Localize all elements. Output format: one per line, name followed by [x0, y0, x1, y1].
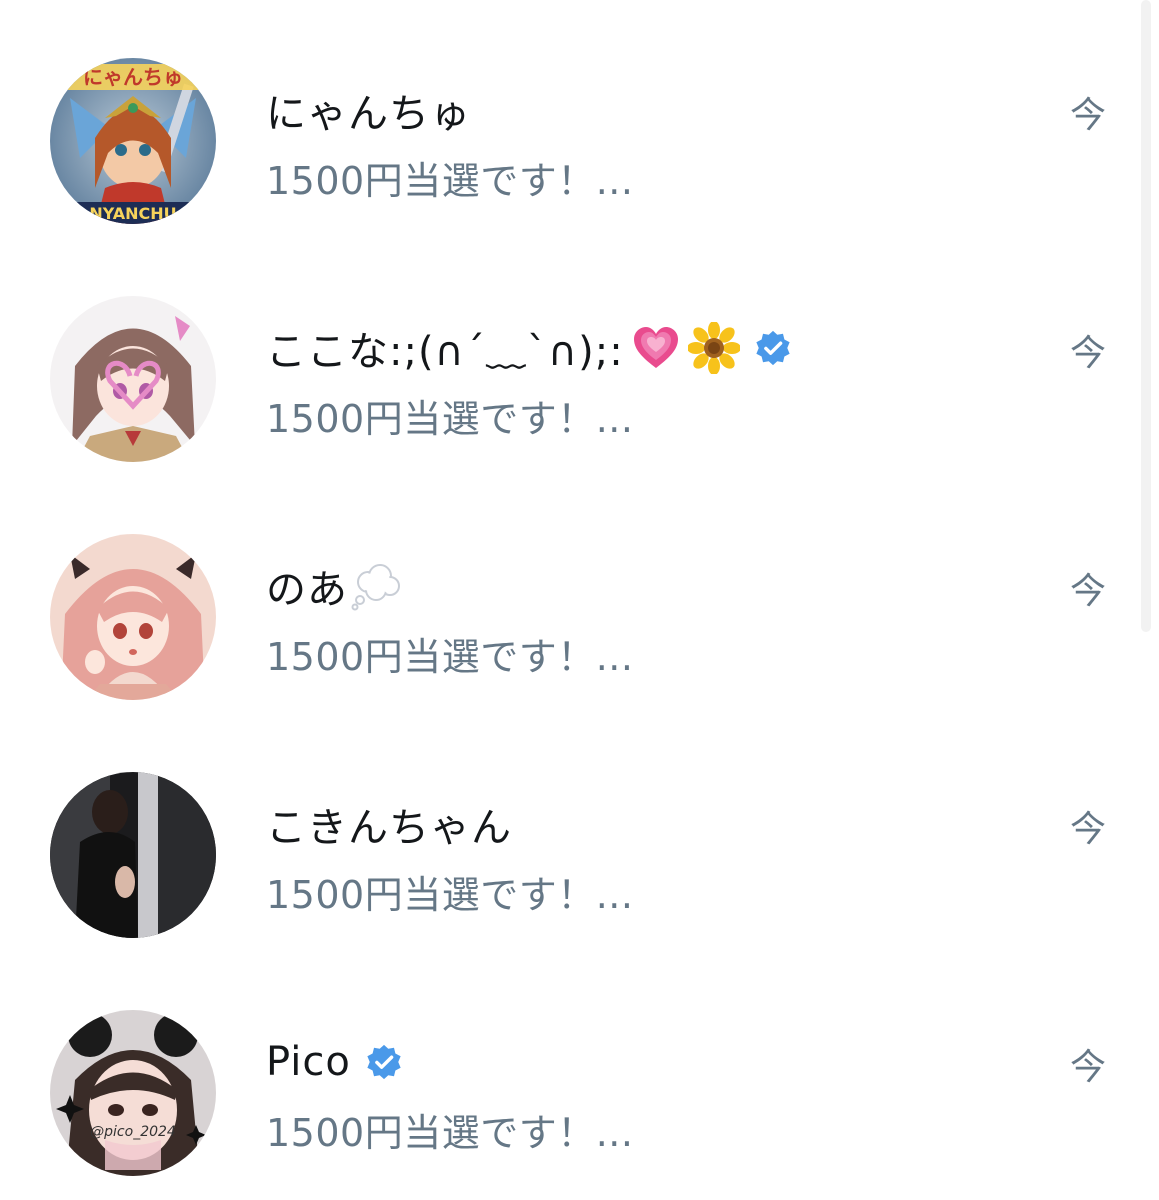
conversation-row[interactable]: @pico_2024 Pico 1500円当選です！... 今	[0, 952, 1140, 1190]
conversation-preview: 1500円当選です！...	[266, 159, 634, 203]
conversation-name-text: にゃんちゅ	[266, 91, 471, 137]
conversation-time: 今	[1070, 1047, 1107, 1088]
conversation-name-text: こきんちゃん	[266, 805, 512, 851]
avatar-bottom-text: NYANCHU	[89, 204, 176, 223]
growing-heart-icon	[630, 322, 682, 374]
avatar-logo-text: にゃんちゅ	[83, 65, 183, 89]
verified-badge-icon	[754, 329, 792, 367]
avatar[interactable]: @pico_2024	[50, 1010, 216, 1176]
conversation-preview: 1500円当選です！...	[266, 635, 634, 679]
scrollbar[interactable]	[1141, 0, 1151, 632]
thought-balloon-icon	[350, 560, 402, 612]
avatar[interactable]: にゃんちゅ NYANCHU	[50, 58, 216, 224]
avatar[interactable]	[50, 296, 216, 462]
dm-conversation-list: にゃんちゅ NYANCHU にゃんちゅ 1500円当選です！... 今 ここな:…	[0, 0, 1159, 1200]
conversation-name-text: ここな:;(∩´﹏`∩);:	[266, 329, 624, 375]
conversation-preview: 1500円当選です！...	[266, 873, 634, 917]
conversation-name: のあ	[266, 556, 402, 616]
conversation-name: こきんちゃん	[266, 794, 512, 854]
conversation-name: にゃんちゅ	[266, 80, 471, 140]
conversation-preview: 1500円当選です！...	[266, 1111, 634, 1155]
conversation-row[interactable]: ここな:;(∩´﹏`∩);: 1500円当選です！... 今	[0, 238, 1140, 476]
sunflower-icon	[687, 322, 740, 374]
conversation-name-text: のあ	[266, 567, 348, 613]
conversation-time: 今	[1070, 571, 1107, 612]
conversation-row[interactable]: こきんちゃん 1500円当選です！... 今	[0, 714, 1140, 952]
avatar[interactable]	[50, 772, 216, 938]
avatar-watermark-text: @pico_2024	[90, 1124, 176, 1140]
conversation-time: 今	[1070, 809, 1107, 850]
conversation-row[interactable]: にゃんちゅ NYANCHU にゃんちゅ 1500円当選です！... 今	[0, 0, 1140, 238]
conversation-name: ここな:;(∩´﹏`∩);:	[266, 318, 792, 378]
verified-badge-icon	[365, 1043, 403, 1081]
conversation-name: Pico	[266, 1032, 403, 1092]
conversation-time: 今	[1070, 333, 1107, 374]
conversation-row[interactable]: のあ 1500円当選です！... 今	[0, 476, 1140, 714]
avatar[interactable]	[50, 534, 216, 700]
conversation-time: 今	[1070, 95, 1107, 136]
conversation-name-text: Pico	[266, 1039, 351, 1085]
conversation-preview: 1500円当選です！...	[266, 397, 634, 441]
